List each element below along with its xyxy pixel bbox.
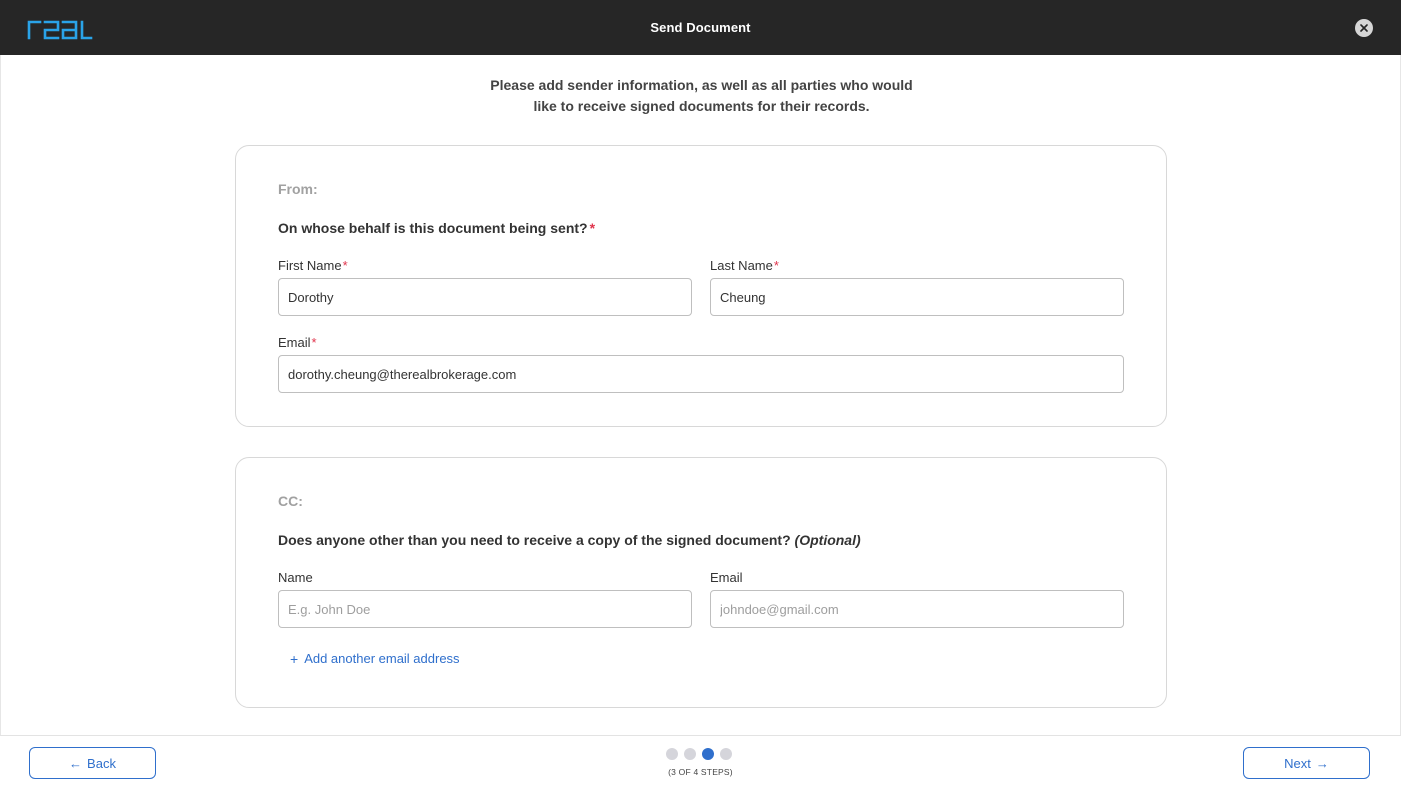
intro-line-2: like to receive signed documents for the… <box>533 98 870 114</box>
from-question-text: On whose behalf is this document being s… <box>278 220 588 236</box>
from-label: From: <box>278 181 318 197</box>
cc-question: Does anyone other than you need to recei… <box>278 532 861 548</box>
cc-card: CC: Does anyone other than you need to r… <box>235 457 1167 708</box>
cc-label: CC: <box>278 493 303 509</box>
next-button-label: Next <box>1284 755 1311 771</box>
required-mark: * <box>773 258 779 273</box>
step-dot-4 <box>720 748 732 760</box>
page-title: Send Document <box>650 20 751 35</box>
required-mark: * <box>589 220 596 236</box>
plus-icon: + <box>290 650 299 667</box>
add-email-link[interactable]: + Add another email address <box>290 651 460 666</box>
last-name-label-text: Last Name <box>710 258 773 273</box>
email-label-text: Email <box>278 335 311 350</box>
intro-text: Please add sender information, as well a… <box>1 75 1401 117</box>
first-name-label: First Name* <box>278 258 348 273</box>
step-indicator <box>666 748 732 760</box>
cc-question-text: Does anyone other than you need to recei… <box>278 532 791 548</box>
email-input[interactable] <box>278 355 1124 393</box>
last-name-label: Last Name* <box>710 258 779 273</box>
arrow-right-icon: → <box>1315 755 1329 771</box>
real-logo <box>27 20 93 40</box>
intro-line-1: Please add sender information, as well a… <box>490 77 913 93</box>
step-dot-2 <box>684 748 696 760</box>
cc-name-label: Name <box>278 570 313 585</box>
from-card: From: On whose behalf is this document b… <box>235 145 1167 427</box>
optional-tag: (Optional) <box>794 532 861 548</box>
first-name-label-text: First Name <box>278 258 342 273</box>
add-email-link-text: Add another email address <box>304 651 460 666</box>
main-content: Please add sender information, as well a… <box>0 55 1401 735</box>
top-bar: Send Document <box>0 0 1401 55</box>
step-dot-3-active <box>702 748 714 760</box>
required-mark: * <box>311 335 317 350</box>
step-count-text: (3 OF 4 STEPS) <box>668 767 733 777</box>
required-mark: * <box>342 258 348 273</box>
from-question: On whose behalf is this document being s… <box>278 220 595 236</box>
close-icon <box>1360 24 1368 32</box>
cc-email-input[interactable] <box>710 590 1124 628</box>
close-button[interactable] <box>1355 19 1373 37</box>
cc-name-input[interactable] <box>278 590 692 628</box>
cc-email-label: Email <box>710 570 743 585</box>
next-button[interactable]: Next → <box>1243 747 1370 779</box>
step-dot-1 <box>666 748 678 760</box>
last-name-input[interactable] <box>710 278 1124 316</box>
footer-bar: ← Back (3 OF 4 STEPS) Next → <box>0 735 1401 788</box>
first-name-input[interactable] <box>278 278 692 316</box>
email-label: Email* <box>278 335 317 350</box>
